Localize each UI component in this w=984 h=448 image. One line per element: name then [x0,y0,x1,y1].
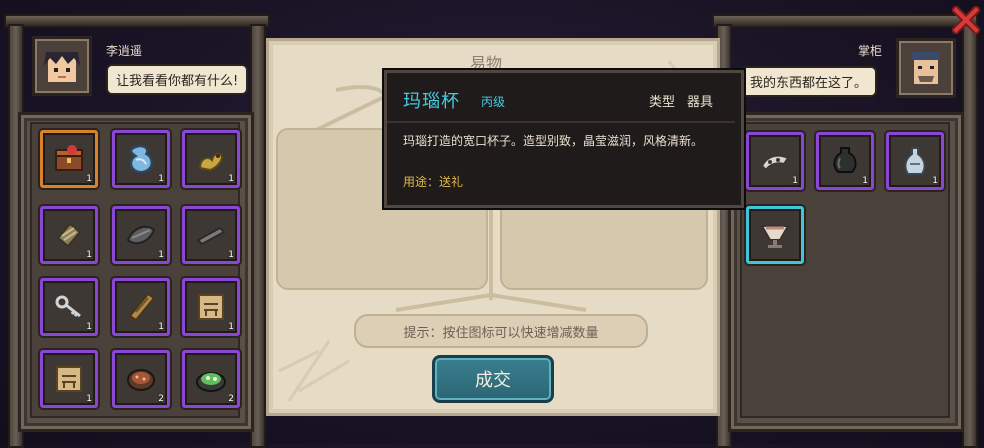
merchant-item-slot-selected[interactable] [746,206,804,264]
item-quantity: 1 [792,176,798,186]
hero-face-icon [44,52,80,82]
item-quantity: 1 [86,174,92,184]
player-portrait [32,36,92,96]
close-button[interactable] [950,4,982,36]
tooltip-item-grade: 丙级 [481,95,506,109]
silver-key-icon [55,295,81,318]
green-dish-icon [196,372,226,392]
player-item-slot[interactable]: 1 [182,206,240,264]
trade-hint: 提示：按住图标可以快速增减数量 [354,314,648,348]
tooltip-type-label: 类型 [649,95,676,110]
player-item-slot[interactable]: 1 [40,130,98,188]
tooltip-type-value: 器具 [687,95,714,110]
agate-cup-icon [760,225,790,248]
item-quantity: 1 [86,394,92,404]
item-quantity: 1 [862,176,868,186]
tooltip-item-name: 玛瑙杯 [403,91,460,112]
left-frame-beam [4,14,270,28]
treasure-chest-icon [55,145,83,171]
tooltip-header: 玛瑙杯 丙级 类型 器具 [387,73,735,123]
dark-jar-icon [833,147,857,173]
player-item-slot[interactable]: 2 [182,350,240,408]
merchant-item-slot[interactable]: 1 [886,132,944,190]
player-item-slot[interactable]: 1 [40,278,98,336]
blue-vase-icon [130,145,153,174]
merchant-name: 掌柜 [858,44,883,58]
item-quantity: 1 [228,250,234,260]
player-item-slot[interactable]: 1 [112,206,170,264]
item-quantity: 2 [158,394,164,404]
merchant-item-slot[interactable]: 1 [746,132,804,190]
item-quantity: 1 [932,176,938,186]
metal-bar-icon [196,226,226,246]
item-quantity: 1 [228,322,234,332]
map-paper-icon [198,294,224,320]
food-bowl-icon [127,369,155,391]
player-item-slot[interactable]: 2 [112,350,170,408]
player-item-slot[interactable]: 1 [182,130,240,188]
merchant-portrait [896,38,956,98]
tooltip-description: 玛瑙打造的宽口杯子。造型别致，晶莹滋润，风格清新。 [403,134,704,148]
tooltip-usage: 用途：送礼 [403,175,464,189]
item-quantity: 1 [86,322,92,332]
player-item-slot[interactable]: 1 [40,350,98,408]
player-name: 李逍遥 [106,44,143,58]
merchant-speech-bubble: 我的东西都在这了。 [740,66,878,97]
item-quantity: 1 [158,322,164,332]
merchant-face-icon [912,52,940,84]
item-quantity: 1 [86,250,92,260]
right-frame-beam [712,14,978,28]
bone-ornament-icon [760,154,790,172]
trade-button[interactable]: 成交 [432,355,554,403]
item-quantity: 1 [228,174,234,184]
item-quantity: 1 [158,250,164,260]
gold-dragon-icon [198,152,224,172]
merchant-item-slot[interactable]: 1 [816,132,874,190]
close-icon [950,4,982,36]
item-quantity: 1 [158,174,164,184]
right-frame-post-right [962,24,978,448]
map-paper-icon [56,366,82,392]
player-item-slot[interactable]: 1 [112,130,170,188]
item-tooltip: 玛瑙杯 丙级 类型 器具 玛瑙打造的宽口杯子。造型别致，晶莹滋润，风格清新。 用… [384,70,744,208]
player-item-slot[interactable]: 1 [112,278,170,336]
wrapped-bundle-icon [56,222,82,248]
white-vase-icon [904,147,926,175]
player-speech-bubble: 让我看看你都有什么! [106,64,249,95]
player-item-slot[interactable]: 1 [40,206,98,264]
player-item-slot[interactable]: 1 [182,278,240,336]
gray-leaf-icon [126,225,156,245]
scroll-box-icon [128,292,156,322]
item-quantity: 2 [228,394,234,404]
